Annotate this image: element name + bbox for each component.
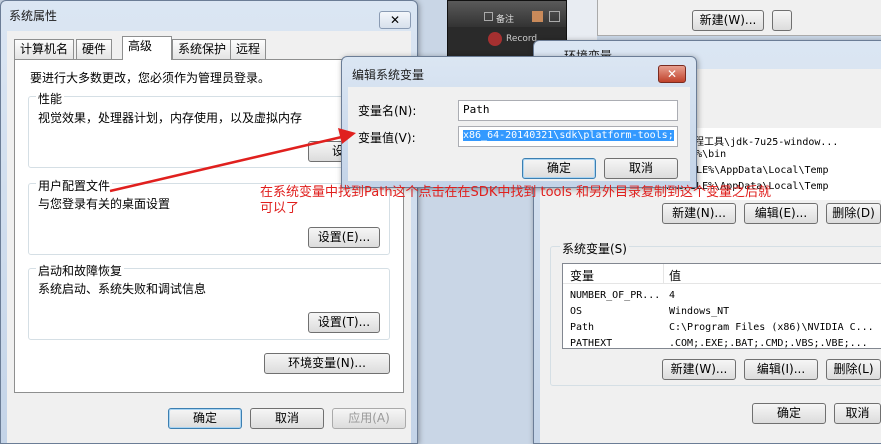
tab-hardware[interactable]: 硬件: [76, 39, 113, 59]
close-icon[interactable]: ✕: [379, 11, 411, 29]
profiles-label: 用户配置文件: [36, 177, 113, 194]
media-toolbar-icon[interactable]: [484, 12, 493, 21]
performance-desc: 视觉效果，处理器计划，内存使用，以及虚拟内存: [38, 111, 303, 125]
system-edit-button[interactable]: 编辑(I)...: [744, 359, 818, 380]
var-value-label: 变量值(V):: [358, 131, 416, 145]
tab-remote[interactable]: 远程: [230, 39, 267, 59]
annotation-text: 在系统变量中找到Path这个点击在在SDK中找到 tools 和另外目录复制到这…: [260, 185, 880, 217]
edit-cancel-button[interactable]: 取消: [604, 158, 678, 179]
startup-desc: 系统启动、系统失败和调试信息: [38, 282, 207, 296]
system-properties-title: 系统属性: [9, 9, 58, 23]
startup-settings-button[interactable]: 设置(T)...: [308, 312, 380, 333]
system-var-row[interactable]: OS Windows_NT: [563, 305, 881, 322]
system-vars-label: 系统变量(S): [560, 240, 629, 257]
tab-advanced[interactable]: 高级: [122, 36, 172, 60]
media-toolbar-icon[interactable]: [549, 11, 560, 22]
media-label-notes: 备注: [496, 15, 515, 25]
env-ok-button[interactable]: 确定: [752, 403, 826, 424]
edit-ok-button[interactable]: 确定: [522, 158, 596, 179]
system-new-button[interactable]: 新建(W)...: [662, 359, 736, 380]
ok-button[interactable]: 确定: [168, 408, 242, 429]
media-toolbar-icon[interactable]: [532, 11, 543, 22]
system-delete-button[interactable]: 删除(L): [826, 359, 881, 380]
var-value-selection: x86_64-20140321\sdk\platform-tools;: [463, 130, 674, 141]
startup-label: 启动和故障恢复: [36, 262, 125, 279]
close-icon[interactable]: ✕: [658, 65, 686, 83]
tab-system-protection[interactable]: 系统保护: [172, 39, 233, 59]
edit-variable-title: 编辑系统变量: [352, 68, 425, 82]
cancel-button[interactable]: 取消: [250, 408, 324, 429]
profiles-settings-button[interactable]: 设置(E)...: [308, 227, 380, 248]
annotation-line1: 在系统变量中找到Path这个点击在在SDK中找到 tools 和另外目录复制到这…: [260, 185, 771, 200]
record-icon[interactable]: [488, 32, 502, 46]
system-var-row[interactable]: NUMBER_OF_PR... 4: [563, 289, 881, 306]
apply-button[interactable]: 应用(A): [332, 408, 406, 429]
admin-note: 要进行大多数更改，您必须作为管理员登录。: [30, 71, 271, 85]
var-name-label: 变量名(N):: [358, 104, 417, 118]
tab-computer-name[interactable]: 计算机名: [14, 39, 75, 59]
var-value-field[interactable]: x86_64-20140321\sdk\platform-tools;: [458, 126, 678, 147]
env-vars-button[interactable]: 环境变量(N)...: [264, 353, 390, 374]
profiles-desc: 与您登录有关的桌面设置: [38, 197, 171, 211]
media-label-record: Record: [506, 34, 538, 44]
system-vars-list[interactable]: 变量 值 NUMBER_OF_PR... 4 OS Windows_NT Path C…: [562, 263, 881, 349]
top-new-button[interactable]: 新建(W)...: [692, 10, 764, 31]
system-var-row[interactable]: Path C:\Program Files (x86)\NVIDIA C...: [563, 321, 881, 338]
annotation-line2: 可以了: [260, 201, 300, 216]
top-edit-button-partial[interactable]: [772, 10, 792, 31]
col-header-value[interactable]: 值: [669, 267, 681, 284]
var-name-field[interactable]: Path: [458, 100, 678, 121]
env-cancel-button[interactable]: 取消: [834, 403, 881, 424]
performance-label: 性能: [36, 90, 65, 107]
col-header-variable[interactable]: 变量: [570, 267, 594, 284]
system-var-row[interactable]: PATHEXT .COM;.EXE;.BAT;.CMD;.VBS;.VBE;...: [563, 337, 881, 348]
